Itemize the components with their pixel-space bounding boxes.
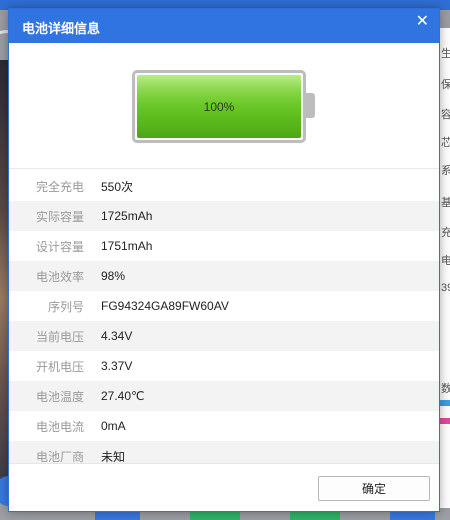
ok-button[interactable]: 确定 [318, 476, 430, 501]
battery-level-fill: 100% [137, 75, 301, 138]
info-label: 完全充电 [35, 179, 84, 194]
info-label: 电池效率 [35, 269, 84, 284]
info-value: 98% [101, 269, 126, 283]
info-row-actual-capacity: 实际容量 1725mAh [9, 201, 439, 231]
background-bar [440, 400, 450, 406]
info-row-current: 电池电流 0mA [9, 411, 439, 441]
background-right-panel [440, 28, 450, 508]
info-row-efficiency: 电池效率 98% [9, 261, 439, 291]
background-text: 基 [441, 197, 450, 209]
background-text: 容 [441, 109, 450, 121]
battery-icon: 100% [132, 70, 306, 143]
info-row-full-charge: 完全充电 550次 [9, 171, 439, 201]
info-value: 4.34V [101, 329, 133, 343]
info-value: 550次 [101, 179, 134, 194]
info-value: 1751mAh [101, 239, 153, 253]
battery-info-list: 完全充电 550次 实际容量 1725mAh 设计容量 1751mAh 电池效率… [9, 171, 439, 471]
background-text: 系 [441, 165, 450, 177]
dialog-titlebar: 电池详细信息 ✕ [9, 9, 439, 43]
info-label: 当前电压 [35, 329, 84, 344]
background-text: 生 [441, 48, 450, 60]
info-label: 电池厂商 [35, 449, 84, 464]
battery-level-label: 100% [203, 99, 235, 114]
info-value: 3.37V [101, 359, 133, 373]
info-label: 开机电压 [35, 359, 84, 374]
battery-detail-dialog: 电池详细信息 ✕ 100% 完全充电 550次 实际容量 1725mAh 设计容… [8, 8, 440, 512]
background-text: 数 [441, 383, 450, 395]
info-row-boot-voltage: 开机电压 3.37V [9, 351, 439, 381]
info-label: 设计容量 [35, 239, 84, 254]
background-bar [440, 418, 450, 424]
info-value: 27.40℃ [101, 389, 145, 403]
battery-terminal [306, 93, 315, 118]
info-value: FG94324GA89FW60AV [101, 299, 229, 313]
background-text: 充 [441, 227, 450, 239]
info-label: 实际容量 [35, 209, 84, 224]
info-label: 电池电流 [35, 419, 84, 434]
info-row-current-voltage: 当前电压 4.34V [9, 321, 439, 351]
info-value: 未知 [101, 449, 126, 464]
close-icon[interactable]: ✕ [416, 11, 429, 30]
info-value: 0mA [101, 419, 126, 433]
info-label: 电池温度 [35, 389, 84, 404]
info-row-design-capacity: 设计容量 1751mAh [9, 231, 439, 261]
info-value: 1725mAh [101, 209, 153, 223]
battery-graphic-area: 100% [9, 43, 439, 169]
background-text: 芯 [441, 137, 450, 149]
info-label: 序列号 [47, 299, 84, 314]
info-row-temperature: 电池温度 27.40℃ [9, 381, 439, 411]
info-row-serial-number: 序列号 FG94324GA89FW60AV [9, 291, 439, 321]
background-text: 电 [441, 255, 450, 267]
background-text: 39 [441, 282, 450, 294]
dialog-footer: 确定 [9, 463, 439, 511]
dialog-title: 电池详细信息 [22, 21, 101, 36]
background-text: 保 [441, 79, 450, 91]
